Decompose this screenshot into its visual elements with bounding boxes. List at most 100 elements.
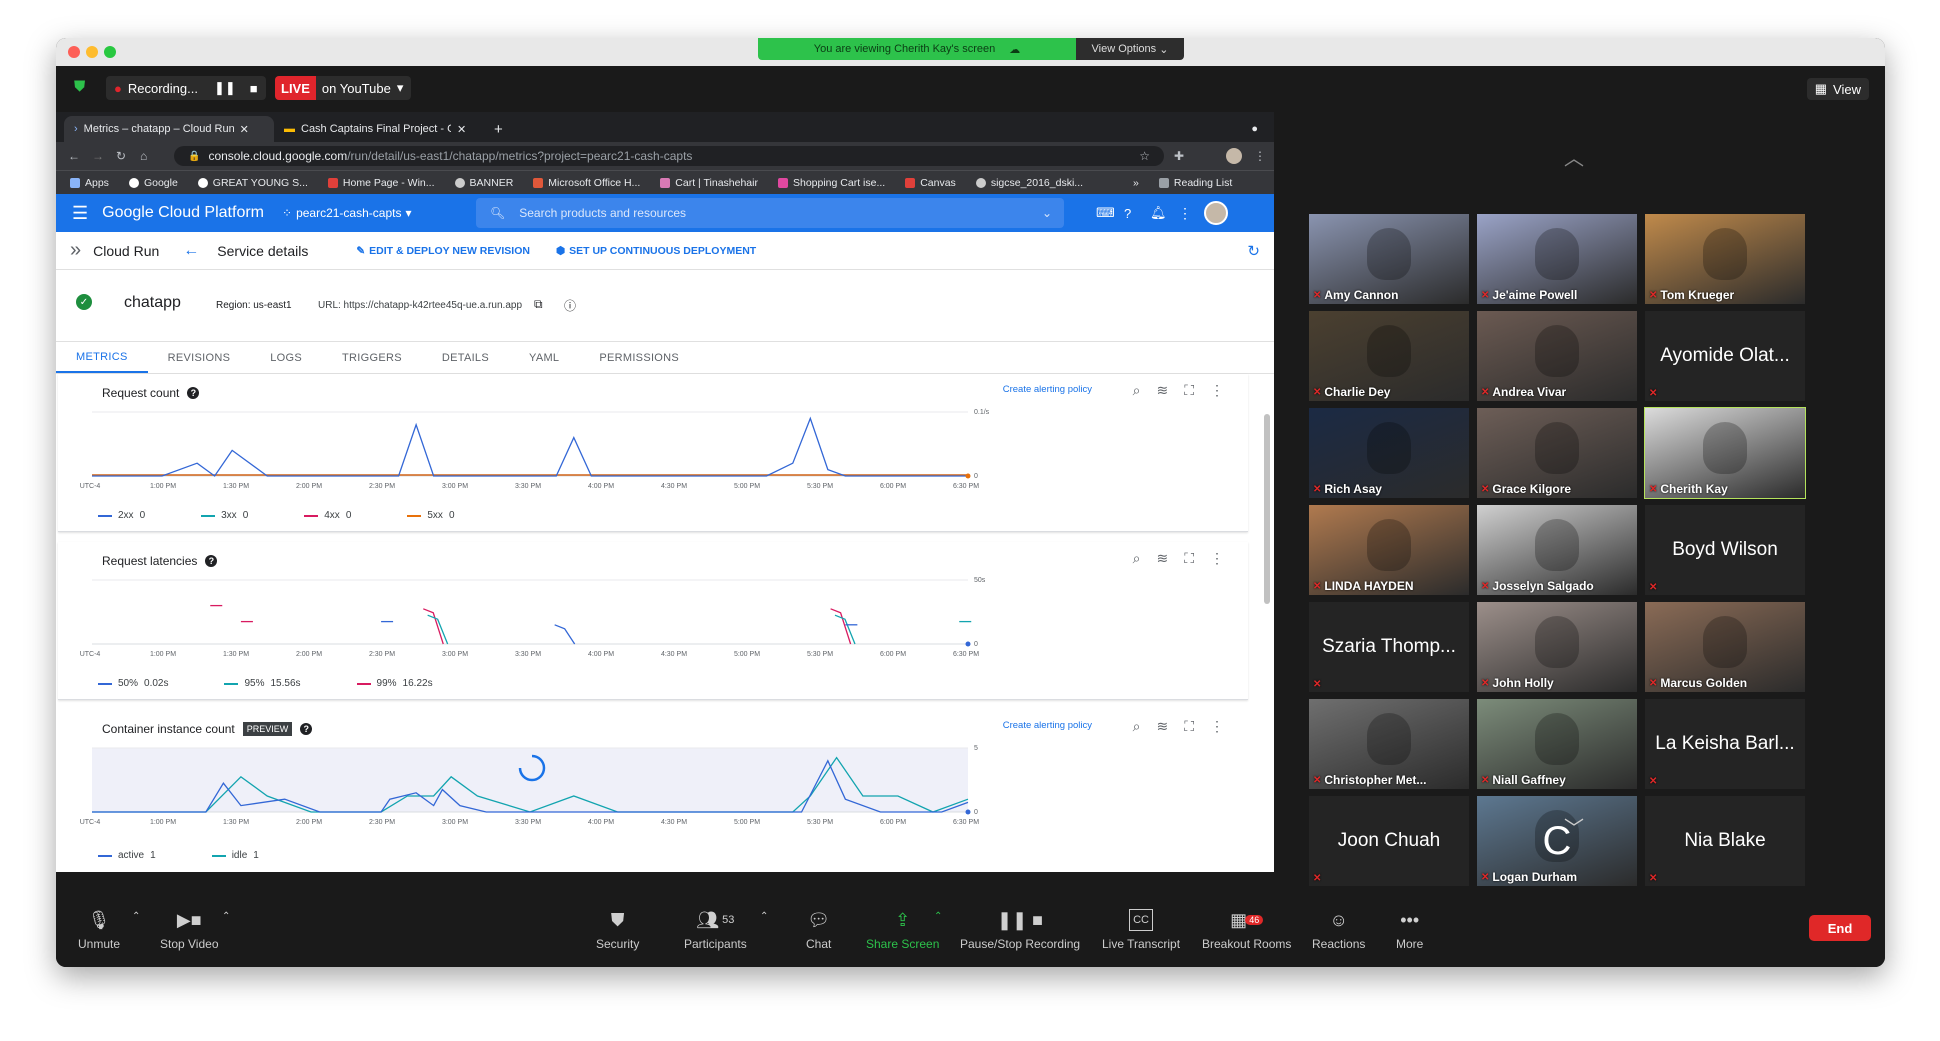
reading-list[interactable]: Reading List: [1158, 177, 1232, 189]
bookmark-banner[interactable]: BANNER: [454, 177, 513, 189]
participant-tile[interactable]: Szaria Thomp... ✕: [1309, 602, 1469, 692]
legend-p99[interactable]: 99% 16.22s: [356, 678, 433, 689]
tab-revisions[interactable]: REVISIONS: [148, 342, 251, 373]
participant-tile[interactable]: ✕ Charlie Dey: [1309, 311, 1469, 401]
bookmarks-overflow[interactable]: »: [1133, 177, 1139, 189]
live-stream-indicator[interactable]: LIVE on YouTube ▾: [275, 76, 412, 100]
stop-recording-icon[interactable]: ■: [250, 81, 258, 96]
legend-idle[interactable]: idle 1: [211, 850, 259, 861]
gcp-brand[interactable]: Google Cloud Platform: [102, 204, 264, 222]
back-arrow-icon[interactable]: ←: [183, 242, 199, 260]
legend-p95[interactable]: 95% 15.56s: [224, 678, 301, 689]
new-tab-button[interactable]: +: [484, 116, 513, 142]
close-window-button[interactable]: [68, 46, 80, 58]
video-options-chevron-icon[interactable]: ⌃: [222, 911, 230, 922]
browser-tab-metrics[interactable]: › Metrics – chatapp – Cloud Run ✕: [64, 116, 274, 142]
participants-button[interactable]: 👥︎ 53 Participants: [684, 909, 747, 952]
tab-yaml[interactable]: YAML: [509, 342, 579, 373]
stop-video-button[interactable]: ▶︎■ Stop Video: [160, 909, 219, 952]
bookmark-microsoft-office[interactable]: Microsoft Office H...: [533, 177, 640, 189]
breakout-rooms-button[interactable]: ▦ 46 Breakout Rooms: [1202, 909, 1291, 952]
scroll-thumb[interactable]: [1264, 414, 1270, 604]
back-icon[interactable]: ←: [68, 149, 80, 163]
chat-button[interactable]: 💬︎ Chat: [806, 909, 831, 952]
participant-tile[interactable]: ✕ Niall Gaffney: [1477, 699, 1637, 789]
service-url[interactable]: URL: https://chatapp-k42rtee45q-ue.a.run…: [318, 300, 522, 311]
extensions-icon[interactable]: ✚: [1174, 149, 1184, 163]
close-tab-icon[interactable]: ✕: [240, 123, 249, 136]
tab-permissions[interactable]: PERMISSIONS: [579, 342, 699, 373]
tab-search-button[interactable]: ●: [1241, 116, 1268, 142]
url-field[interactable]: 🔒 console.cloud.google.com /run/detail/u…: [174, 146, 1164, 166]
unmute-button[interactable]: 🎙︎ Unmute: [78, 909, 120, 952]
reactions-button[interactable]: ☺ Reactions: [1312, 909, 1365, 952]
participant-tile[interactable]: ✕ LINDA HAYDEN: [1309, 505, 1469, 595]
legend-2xx[interactable]: 2xx 0: [98, 510, 145, 521]
gallery-down-icon[interactable]: ﹀: [1564, 812, 1584, 841]
legend-5xx[interactable]: 5xx 0: [407, 510, 455, 521]
bookmark-home-page[interactable]: Home Page - Win...: [327, 177, 435, 189]
participant-tile[interactable]: ✕ Cherith Kay: [1644, 407, 1806, 499]
refresh-icon[interactable]: ↻: [1247, 242, 1260, 260]
continuous-deploy-button[interactable]: ⬢ SET UP CONTINUOUS DEPLOYMENT: [556, 245, 756, 257]
participant-tile[interactable]: ✕ Marcus Golden: [1645, 602, 1805, 692]
tab-logs[interactable]: LOGS: [250, 342, 322, 373]
legend-p50[interactable]: 50% 0.02s: [98, 678, 168, 689]
participant-tile[interactable]: ✕ Tom Krueger: [1645, 214, 1805, 304]
profile-avatar[interactable]: [1226, 148, 1242, 164]
legend-4xx[interactable]: 4xx 0: [304, 510, 351, 521]
participant-tile[interactable]: ✕ Rich Asay: [1309, 408, 1469, 498]
account-avatar[interactable]: [1204, 201, 1228, 225]
cloud-shell-icon[interactable]: ⌨: [1096, 205, 1115, 221]
view-button[interactable]: ▦ View: [1806, 78, 1869, 100]
pause-recording-icon[interactable]: ❚❚: [214, 80, 236, 96]
browser-menu-icon[interactable]: ⋮: [1254, 149, 1266, 163]
browser-tab-cash-captains[interactable]: ▬ Cash Captains Final Project - G ✕: [274, 116, 484, 142]
tab-metrics[interactable]: METRICS: [56, 342, 148, 373]
forward-icon[interactable]: →: [92, 149, 104, 163]
maximize-window-button[interactable]: [104, 46, 116, 58]
bookmark-google[interactable]: Google: [128, 177, 178, 189]
security-button[interactable]: ⛊ Security: [596, 909, 639, 952]
participant-tile[interactable]: ✕ Christopher Met...: [1309, 699, 1469, 789]
reload-icon[interactable]: ↻: [116, 149, 126, 163]
participant-tile[interactable]: ✕ Josselyn Salgado: [1477, 505, 1637, 595]
participant-tile[interactable]: ✕ Grace Kilgore: [1477, 408, 1637, 498]
more-button[interactable]: ••• More: [1396, 909, 1423, 952]
bookmark-star-icon[interactable]: ☆: [1139, 149, 1150, 163]
hamburger-menu-icon[interactable]: ☰: [72, 203, 88, 224]
participant-tile[interactable]: La Keisha Barl... ✕: [1645, 699, 1805, 789]
live-transcript-button[interactable]: CC Live Transcript: [1102, 909, 1180, 951]
share-screen-button[interactable]: ⇪ Share Screen: [866, 909, 939, 952]
view-options-button[interactable]: View Options ⌄: [1076, 38, 1184, 60]
tab-details[interactable]: DETAILS: [422, 342, 509, 373]
participant-tile[interactable]: Boyd Wilson ✕: [1645, 505, 1805, 595]
edit-deploy-button[interactable]: ✎ EDIT & DEPLOY NEW REVISION: [356, 245, 530, 257]
participant-tile[interactable]: Nia Blake ✕: [1645, 796, 1805, 886]
gcp-search-input[interactable]: 🔍︎ Search products and resources ⌄: [476, 198, 1064, 228]
bookmark-apps[interactable]: Apps: [70, 177, 109, 189]
bookmark-shopping-cart[interactable]: Shopping Cart ise...: [777, 177, 885, 189]
recording-indicator[interactable]: ● Recording... ❚❚ ■: [106, 76, 266, 100]
participants-chevron-icon[interactable]: ⌃: [760, 911, 768, 922]
gcp-more-icon[interactable]: ⋮: [1178, 205, 1192, 222]
legend-3xx[interactable]: 3xx 0: [201, 510, 248, 521]
pause-stop-recording-button[interactable]: ❚❚ ■ Pause/Stop Recording: [960, 909, 1080, 952]
participant-tile[interactable]: Joon Chuah ✕: [1309, 796, 1469, 886]
bookmark-cart[interactable]: Cart | Tinashehair: [660, 177, 758, 189]
bookmark-sigcse[interactable]: sigcse_2016_dski...: [975, 177, 1083, 189]
product-name[interactable]: Cloud Run: [93, 243, 159, 259]
share-options-chevron-icon[interactable]: ⌃: [934, 911, 942, 922]
bookmark-great-young[interactable]: GREAT YOUNG S...: [197, 177, 308, 189]
minimize-window-button[interactable]: [86, 46, 98, 58]
audio-options-chevron-icon[interactable]: ⌃: [132, 911, 140, 922]
home-icon[interactable]: ⌂: [140, 149, 147, 163]
end-meeting-button[interactable]: End: [1809, 915, 1871, 941]
notifications-bell-icon[interactable]: 🔔︎: [1150, 205, 1167, 221]
participant-tile[interactable]: ✕ Je'aime Powell: [1477, 214, 1637, 304]
info-icon[interactable]: ⓘ: [564, 297, 576, 314]
participant-tile[interactable]: ✕ Andrea Vivar: [1477, 311, 1637, 401]
project-picker[interactable]: ⁘ pearc21-cash-capts ▾: [282, 206, 411, 220]
legend-active[interactable]: active 1: [98, 850, 156, 861]
participant-tile[interactable]: Ayomide Olat... ✕: [1645, 311, 1805, 401]
